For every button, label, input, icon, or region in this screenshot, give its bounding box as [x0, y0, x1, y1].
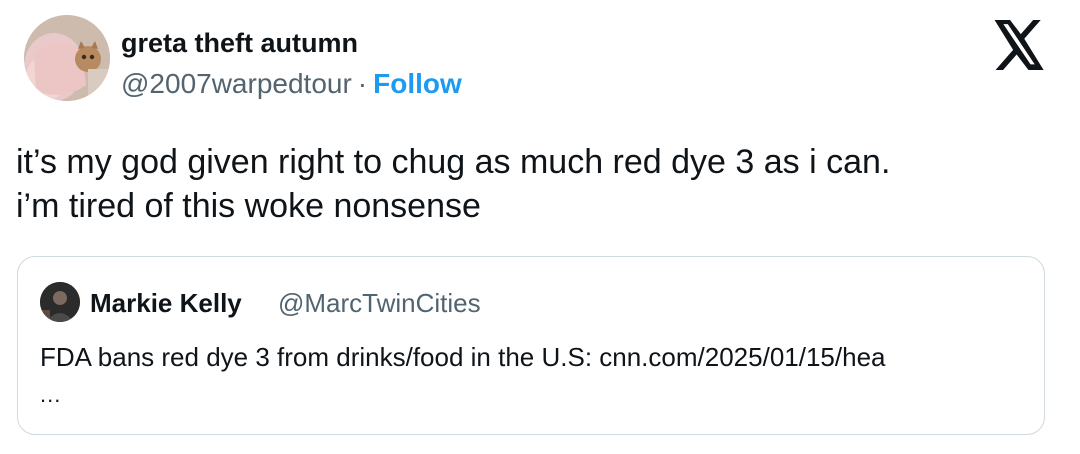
quoted-tweet[interactable]: Markie Kelly @MarcTwinCities FDA bans re… [17, 256, 1045, 435]
avatar-photo-icon [40, 282, 80, 322]
author-avatar[interactable] [24, 15, 110, 101]
follow-button[interactable]: Follow [373, 68, 462, 99]
author-handle[interactable]: @2007warpedtour [121, 68, 352, 99]
x-logo-icon[interactable] [991, 20, 1047, 70]
meta-separator: · [357, 68, 368, 99]
quoted-author-name: Markie Kelly [90, 288, 242, 318]
quoted-author-handle: @MarcTwinCities [278, 288, 481, 318]
avatar-photo-icon [24, 15, 110, 101]
tweet-line: i’m tired of this woke nonsense [16, 187, 481, 225]
quoted-tweet-ellipsis: ... [40, 382, 62, 407]
author-display-name[interactable]: greta theft autumn [121, 26, 358, 60]
quoted-tweet-text: FDA bans red dye 3 from drinks/food in t… [40, 342, 886, 372]
tweet-line: it’s my god given right to chug as much … [16, 143, 891, 181]
tweet-body: it’s my god given right to chug as much … [16, 140, 1066, 228]
quoted-author-avatar [40, 282, 80, 322]
author-meta: @2007warpedtour · Follow [121, 66, 462, 102]
